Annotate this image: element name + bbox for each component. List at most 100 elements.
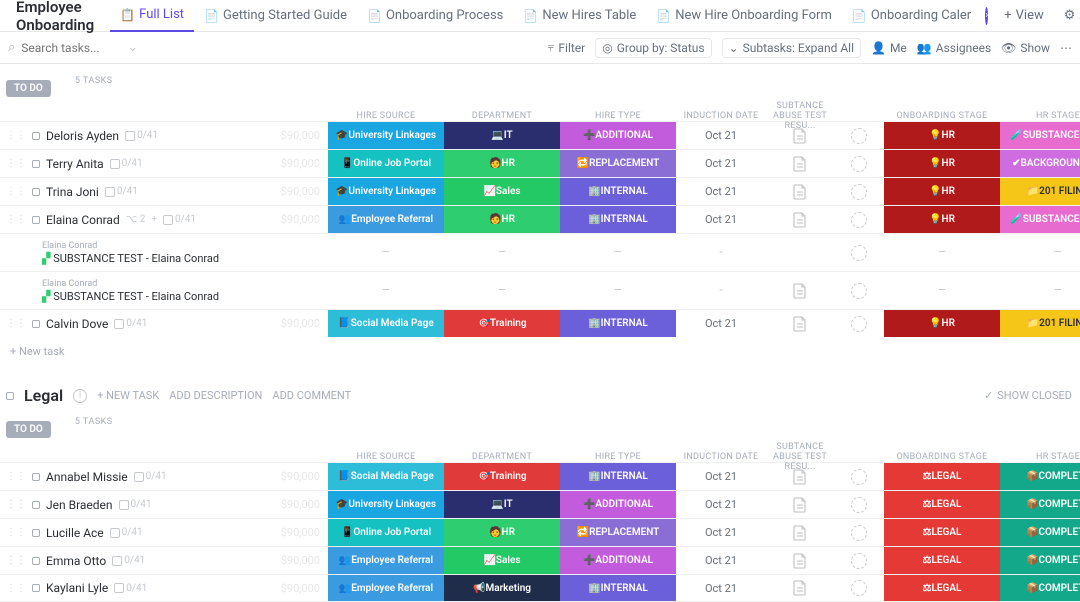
status-label[interactable]: TO DO	[6, 80, 51, 97]
hire-source-tag[interactable]: 👥Employee Referral	[328, 547, 444, 574]
drag-handle-icon[interactable]: ⋮⋮	[6, 555, 26, 566]
add-subtask[interactable]: +	[151, 214, 157, 225]
status-square-icon[interactable]	[32, 584, 40, 592]
more-button[interactable]: ⋯	[1060, 41, 1072, 55]
induction-date[interactable]: Oct 21	[676, 519, 766, 546]
search-input[interactable]	[21, 41, 121, 55]
document-icon[interactable]	[766, 122, 834, 149]
onboarding-stage-tag[interactable]: ⚖LEGAL	[884, 575, 1000, 601]
department-tag[interactable]: 🧑HR	[444, 150, 560, 177]
assignee-icon[interactable]	[851, 316, 867, 332]
hire-source-tag[interactable]: 📘Social Media Page	[328, 310, 444, 337]
task-row[interactable]: ⋮⋮ Deloris Ayden 0/41 $90,000 🎓Universit…	[0, 121, 1080, 149]
status-square-icon[interactable]	[32, 160, 40, 168]
hr-stage-tag[interactable]: ✔BACKGROUND C...	[1000, 150, 1080, 177]
status-square-icon[interactable]	[32, 320, 40, 328]
department-tag[interactable]: 💻IT	[444, 491, 560, 518]
document-icon[interactable]	[766, 206, 834, 233]
hire-type-tag[interactable]: 🔁REPLACEMENT	[560, 150, 676, 177]
me-button[interactable]: 👤Me	[871, 41, 907, 55]
assignee-icon[interactable]	[851, 497, 867, 513]
subtask-row[interactable]: Elaina Conrad▞ SUBSTANCE TEST - Elaina C…	[0, 271, 1080, 309]
task-row[interactable]: ⋮⋮ Calvin Dove 0/41 $90,000 📘Social Medi…	[0, 309, 1080, 337]
document-icon[interactable]	[766, 575, 834, 601]
drag-handle-icon[interactable]: ⋮⋮	[6, 130, 26, 141]
task-name[interactable]: Annabel Missie	[46, 470, 128, 484]
task-row[interactable]: ⋮⋮ Emma Otto 0/41 $90,000 👥Employee Refe…	[0, 546, 1080, 574]
status-square-icon[interactable]	[32, 529, 40, 537]
show-closed-link[interactable]: ✓SHOW CLOSED	[984, 389, 1072, 402]
groupby-button[interactable]: ◎Group by: Status	[595, 38, 711, 58]
task-name[interactable]: Calvin Dove	[46, 317, 108, 331]
assignee-icon[interactable]	[851, 553, 867, 569]
hire-source-tag[interactable]: 🎓University Linkages	[328, 178, 444, 205]
onboarding-stage-tag[interactable]: 💡HR	[884, 206, 1000, 233]
task-name[interactable]: Trina Joni	[46, 185, 99, 199]
document-icon[interactable]	[766, 491, 834, 518]
hr-stage-tag[interactable]: 📁201 FILING	[1000, 178, 1080, 205]
onboarding-stage-tag[interactable]: ⚖LEGAL	[884, 547, 1000, 574]
tabs-overflow-button[interactable]: ›	[985, 7, 988, 25]
status-square-icon[interactable]	[32, 132, 40, 140]
hire-source-tag[interactable]: 📱Online Job Portal	[328, 519, 444, 546]
assignee-icon[interactable]	[851, 245, 867, 261]
assignees-button[interactable]: 👥Assignees	[917, 41, 991, 55]
status-dot-icon[interactable]	[6, 392, 14, 400]
hr-stage-tag[interactable]: 🧪SUBSTANCE TEST	[1000, 206, 1080, 233]
status-square-icon[interactable]	[32, 216, 40, 224]
group-title[interactable]: Legal	[24, 386, 63, 405]
induction-date[interactable]: Oct 21	[676, 150, 766, 177]
tab-full-list[interactable]: 📋Full List	[110, 0, 194, 32]
department-tag[interactable]: 🎯Training	[444, 463, 560, 490]
assignee-icon[interactable]	[851, 580, 867, 596]
department-tag[interactable]: 🧑HR	[444, 519, 560, 546]
subtask-count[interactable]: ⌥ 2	[126, 214, 146, 225]
induction-date[interactable]: Oct 21	[676, 178, 766, 205]
onboarding-stage-tag[interactable]: ⚖LEGAL	[884, 491, 1000, 518]
task-row[interactable]: ⋮⋮ Kaylani Lyle 0/41 $90,000 👥Employee R…	[0, 574, 1080, 602]
assignee-icon[interactable]	[851, 128, 867, 144]
hire-type-tag[interactable]: ➕ADDITIONAL	[560, 547, 676, 574]
filter-button[interactable]: ⫧Filter	[548, 40, 586, 55]
task-row[interactable]: ⋮⋮ Terry Anita 0/41 $90,000 📱Online Job …	[0, 149, 1080, 177]
drag-handle-icon[interactable]: ⋮⋮	[6, 158, 26, 169]
status-label[interactable]: TO DO	[6, 421, 51, 438]
hire-type-tag[interactable]: ➕ADDITIONAL	[560, 491, 676, 518]
task-name[interactable]: Lucille Ace	[46, 526, 104, 540]
hire-source-tag[interactable]: 👥Employee Referral	[328, 575, 444, 601]
induction-date[interactable]: Oct 21	[676, 122, 766, 149]
tab-getting-started-guide[interactable]: 📄Getting Started Guide	[194, 0, 357, 32]
task-name[interactable]: Jen Braeden	[46, 498, 113, 512]
hire-source-tag[interactable]: 📘Social Media Page	[328, 463, 444, 490]
tab-onboarding-caler[interactable]: 📄Onboarding Caler	[842, 0, 981, 32]
task-row[interactable]: ⋮⋮ Annabel Missie 0/41 $90,000 📘Social M…	[0, 462, 1080, 490]
task-name[interactable]: Deloris Ayden	[46, 129, 119, 143]
onboarding-stage-tag[interactable]: 💡HR	[884, 178, 1000, 205]
hire-type-tag[interactable]: ➕ADDITIONAL	[560, 122, 676, 149]
hire-source-tag[interactable]: 🎓University Linkages	[328, 491, 444, 518]
drag-handle-icon[interactable]: ⋮⋮	[6, 318, 26, 329]
hire-type-tag[interactable]: 🏢INTERNAL	[560, 206, 676, 233]
hire-source-tag[interactable]: 👥Employee Referral	[328, 206, 444, 233]
drag-handle-icon[interactable]: ⋮⋮	[6, 471, 26, 482]
task-row[interactable]: ⋮⋮ Elaina Conrad ⌥ 2+ 0/41 $90,000 👥Empl…	[0, 205, 1080, 233]
hire-source-tag[interactable]: 📱Online Job Portal	[328, 150, 444, 177]
induction-date[interactable]: Oct 21	[676, 491, 766, 518]
hr-stage-tag[interactable]: 📦COMPLETE	[1000, 491, 1080, 518]
department-tag[interactable]: 📈Sales	[444, 547, 560, 574]
assignee-icon[interactable]	[851, 469, 867, 485]
document-icon[interactable]	[766, 463, 834, 490]
document-icon[interactable]	[766, 310, 834, 337]
subtasks-button[interactable]: ⌄Subtasks: Expand All	[722, 38, 861, 58]
task-name[interactable]: Terry Anita	[46, 157, 104, 171]
assignee-icon[interactable]	[851, 184, 867, 200]
hr-stage-tag[interactable]: 📁201 FILING	[1000, 310, 1080, 337]
assignee-icon[interactable]	[851, 283, 867, 299]
tab-new-hire-onboarding-form[interactable]: 📄New Hire Onboarding Form	[646, 0, 842, 32]
department-tag[interactable]: 💻IT	[444, 122, 560, 149]
status-square-icon[interactable]	[32, 501, 40, 509]
drag-handle-icon[interactable]: ⋮⋮	[6, 583, 26, 594]
status-square-icon[interactable]	[32, 473, 40, 481]
onboarding-stage-tag[interactable]: 💡HR	[884, 310, 1000, 337]
hr-stage-tag[interactable]: 📦COMPLETE	[1000, 575, 1080, 601]
